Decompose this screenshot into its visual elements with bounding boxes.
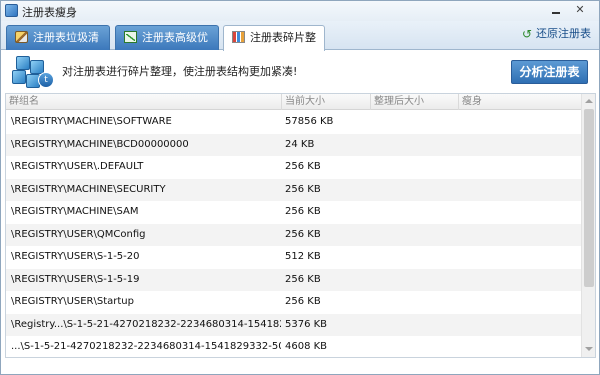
scroll-thumb[interactable] — [584, 109, 594, 287]
defrag-badge: t — [38, 72, 54, 88]
cell-group-name: \REGISTRY\USER\.DEFAULT — [11, 161, 144, 172]
list-rows: \REGISTRY\MACHINE\SOFTWARE 57856 KB \REG… — [6, 111, 581, 357]
restore-label: 还原注册表 — [536, 27, 591, 40]
column-header-group[interactable]: 群组名 — [6, 94, 282, 110]
cube-icon — [16, 56, 30, 70]
column-header-current-size[interactable]: 当前大小 — [282, 94, 371, 110]
registry-cubes-icon: t — [10, 54, 54, 90]
cell-group-name: ...\S-1-5-21-4270218232-2234680314-15418… — [11, 341, 281, 352]
cell-current-size: 57856 KB — [285, 116, 334, 127]
tab-registry-junk-clean[interactable]: 注册表垃圾清理 — [6, 25, 110, 67]
cell-current-size: 512 KB — [285, 251, 321, 262]
status-bar — [1, 360, 599, 374]
cell-current-size: 5376 KB — [285, 318, 328, 330]
registry-hive-list[interactable]: 群组名 当前大小 整理后大小 瘦身 \REGISTRY\MACHINE\SOFT… — [5, 93, 596, 358]
table-row[interactable]: \REGISTRY\USER\S-1-5-19 256 KB — [6, 268, 581, 291]
cell-current-size: 24 KB — [285, 138, 315, 150]
minimize-button[interactable] — [548, 3, 564, 17]
cell-current-size: 256 KB — [285, 161, 321, 172]
cell-group-name: \REGISTRY\MACHINE\SOFTWARE — [11, 116, 172, 127]
cell-current-size: 4608 KB — [285, 341, 328, 352]
scroll-up-icon[interactable] — [585, 99, 593, 103]
cell-group-name: \Registry...\S-1-5-21-4270218232-2234680… — [11, 318, 281, 330]
cell-group-name: \REGISTRY\MACHINE\SAM — [11, 206, 139, 217]
restore-icon: ↺ — [522, 27, 533, 41]
tab-registry-defrag[interactable]: 注册表碎片整理 — [223, 25, 325, 67]
chart-icon — [124, 31, 137, 43]
cube-icon — [12, 70, 26, 84]
table-row[interactable]: \REGISTRY\MACHINE\SAM 256 KB — [6, 201, 581, 224]
analyze-registry-button[interactable]: 分析注册表 — [511, 60, 588, 84]
column-header-slim[interactable]: 瘦身 — [459, 94, 581, 110]
cell-group-name: \REGISTRY\USER\S-1-5-20 — [11, 251, 140, 262]
broom-icon — [15, 31, 28, 43]
table-row[interactable]: \REGISTRY\MACHINE\SECURITY 256 KB — [6, 178, 581, 201]
cell-current-size: 256 KB — [285, 206, 321, 217]
column-header-after-size[interactable]: 整理后大小 — [371, 94, 459, 110]
info-text: 对注册表进行碎片整理，使注册表结构更加紧凑! — [62, 65, 298, 78]
cell-group-name: \REGISTRY\MACHINE\SECURITY — [11, 183, 166, 195]
restore-registry-link[interactable]: ↺ 还原注册表 — [522, 26, 591, 42]
table-row[interactable]: \REGISTRY\USER\S-1-5-20 512 KB — [6, 246, 581, 269]
tab-bar: 注册表垃圾清理 注册表高级优化 注册表碎片整理 ↺ 还原注册表 — [1, 21, 599, 67]
app-window: 注册表瘦身 注册表垃圾清理 注册表高级优化 注册表碎片整理 ↺ 还原注册表 t — [0, 0, 600, 375]
fragment-icon — [232, 31, 245, 43]
tab-registry-advanced-optimize[interactable]: 注册表高级优化 — [115, 25, 219, 67]
window-title: 注册表瘦身 — [22, 6, 77, 19]
cell-group-name: \REGISTRY\MACHINE\BCD00000000 — [11, 138, 189, 150]
table-row[interactable]: \REGISTRY\MACHINE\BCD00000000 24 KB — [6, 133, 581, 156]
cell-group-name: \REGISTRY\USER\QMConfig — [11, 228, 146, 240]
table-row[interactable]: \REGISTRY\MACHINE\SOFTWARE 57856 KB — [6, 111, 581, 134]
table-row[interactable]: \REGISTRY\USER\QMConfig 256 KB — [6, 223, 581, 246]
cell-group-name: \REGISTRY\USER\S-1-5-19 — [11, 273, 140, 285]
table-row[interactable]: \Registry...\S-1-5-21-4270218232-2234680… — [6, 313, 581, 336]
cell-current-size: 256 KB — [285, 183, 321, 195]
vertical-scrollbar[interactable] — [581, 94, 595, 357]
close-button[interactable] — [572, 3, 588, 17]
list-header: 群组名 当前大小 整理后大小 瘦身 — [6, 94, 581, 110]
cell-current-size: 256 KB — [285, 273, 321, 285]
info-bar: t 对注册表进行碎片整理，使注册表结构更加紧凑! 分析注册表 — [1, 51, 599, 91]
table-row[interactable]: \REGISTRY\USER\.DEFAULT 256 KB — [6, 156, 581, 179]
cell-current-size: 256 KB — [285, 296, 321, 307]
scroll-down-icon[interactable] — [585, 347, 593, 351]
table-row[interactable]: \REGISTRY\USER\Startup 256 KB — [6, 291, 581, 314]
app-icon — [5, 4, 18, 17]
cell-current-size: 256 KB — [285, 228, 321, 240]
cell-group-name: \REGISTRY\USER\Startup — [11, 296, 134, 307]
table-row[interactable]: ...\S-1-5-21-4270218232-2234680314-15418… — [6, 336, 581, 357]
title-bar[interactable]: 注册表瘦身 — [1, 1, 599, 21]
